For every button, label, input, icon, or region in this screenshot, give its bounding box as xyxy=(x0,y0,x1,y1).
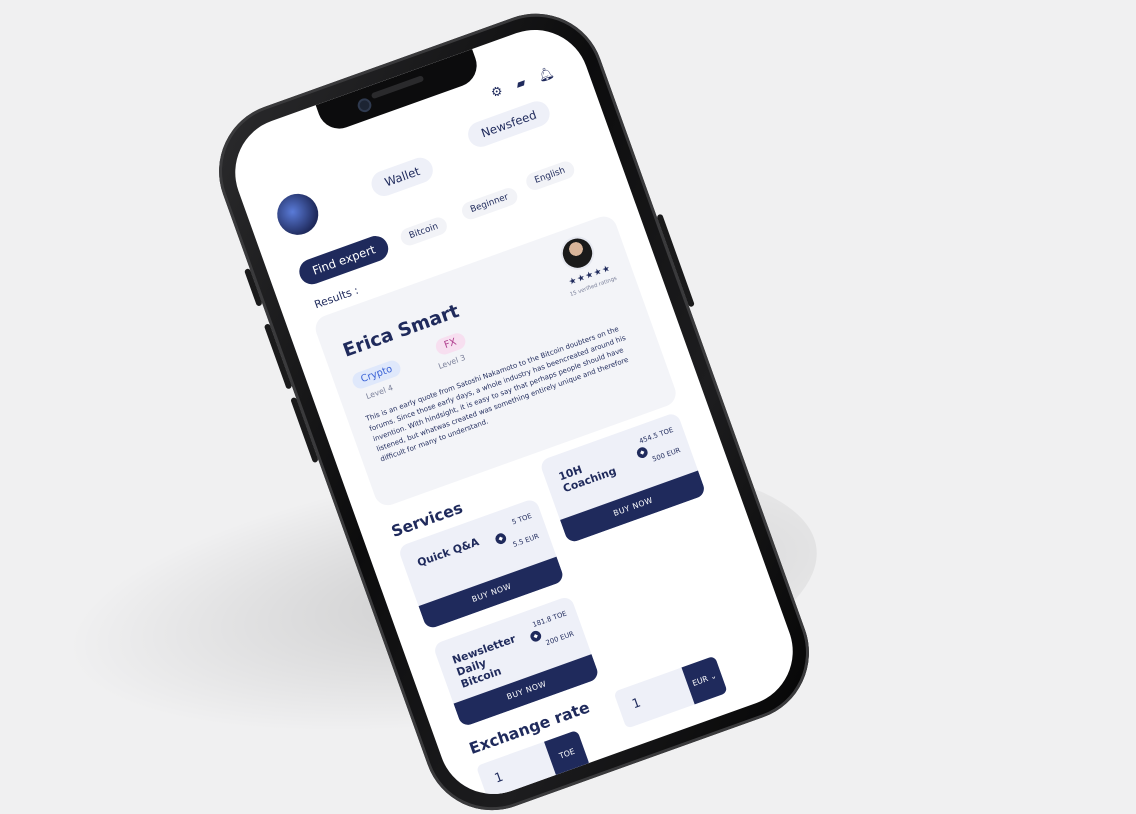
top-icons: ⚙ ▰ 🔔︎ xyxy=(488,65,556,102)
filter-beginner[interactable]: Beginner xyxy=(459,185,520,222)
wallet-tab[interactable]: Wallet xyxy=(367,154,437,200)
volume-down-button xyxy=(290,396,319,464)
mute-switch xyxy=(243,268,263,307)
price-toe: 181.8 xyxy=(531,615,553,629)
expert-avatar xyxy=(556,231,599,275)
currency-select[interactable]: EUR ⌄ xyxy=(681,655,728,705)
newsfeed-tab[interactable]: Newsfeed xyxy=(464,97,554,151)
price-toe: 5 xyxy=(510,517,518,527)
volume-up-button xyxy=(263,323,293,390)
coin-icon: ◆ xyxy=(528,629,543,644)
price-eur-unit: EUR xyxy=(559,629,576,642)
price-eur: 200 xyxy=(544,635,560,648)
fx-level: Level 3 xyxy=(437,353,467,371)
app-logo[interactable] xyxy=(271,188,324,241)
price-toe-unit: TOE xyxy=(552,609,568,622)
price-toe: 454.5 xyxy=(638,431,660,446)
filter-bitcoin[interactable]: Bitcoin xyxy=(398,215,450,248)
price-eur: 500 xyxy=(651,451,667,464)
chat-icon[interactable]: ▰ xyxy=(512,75,530,94)
bell-icon[interactable]: 🔔︎ xyxy=(536,65,556,84)
tag-crypto: Crypto xyxy=(350,358,404,391)
exchange-value-toe: 1 xyxy=(492,769,506,787)
price-eur-unit: EUR xyxy=(524,532,541,545)
price-eur-unit: EUR xyxy=(665,446,682,459)
find-expert-button[interactable]: Find expert xyxy=(295,232,393,288)
notch xyxy=(315,49,483,135)
service-name: 10H Coaching xyxy=(557,463,618,496)
price-toe-unit: TOE xyxy=(658,426,675,439)
camera-icon xyxy=(355,96,374,114)
exchange-input-eur[interactable]: 1 EUR ⌄ xyxy=(613,655,728,729)
mockup-stage: ⚙ ▰ 🔔︎ Wallet Newsfeed Find expert Bitco… xyxy=(0,0,1136,814)
exchange-value-eur: 1 xyxy=(630,695,643,713)
toe-unit-button[interactable]: TOE xyxy=(544,729,591,779)
price-eur: 5.5 xyxy=(511,537,525,549)
gear-icon[interactable]: ⚙ xyxy=(488,84,506,102)
coin-icon: ◆ xyxy=(493,531,508,546)
price-toe-unit: TOE xyxy=(517,512,533,525)
filter-english[interactable]: English xyxy=(523,159,577,193)
speaker xyxy=(370,75,425,100)
coin-icon: ◆ xyxy=(635,445,650,460)
service-name: Quick Q&A xyxy=(415,535,481,570)
